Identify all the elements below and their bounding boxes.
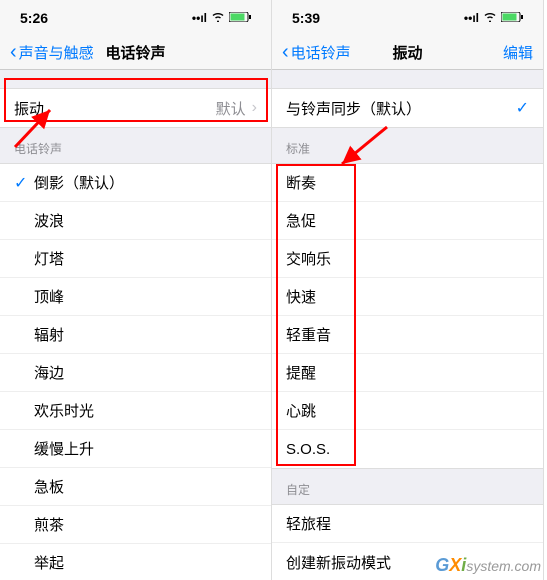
ringtone-list: ✓倒影（默认）波浪灯塔顶峰辐射海边欢乐时光缓慢上升急板煎茶举起开场雷达 bbox=[0, 163, 271, 580]
checkmark-icon: ✓ bbox=[14, 173, 34, 193]
battery-icon bbox=[501, 11, 523, 25]
status-time: 5:39 bbox=[292, 10, 464, 26]
pattern-row[interactable]: S.O.S. bbox=[272, 430, 543, 468]
watermark: GXisystem.com bbox=[435, 555, 541, 576]
back-label: 声音与触感 bbox=[19, 42, 94, 63]
row-label: 倒影（默认） bbox=[34, 172, 257, 193]
pattern-list: 断奏急促交响乐快速轻重音提醒心跳 S.O.S. bbox=[272, 163, 543, 469]
status-icons: ••ıl bbox=[464, 11, 523, 25]
ringtone-row[interactable]: 灯塔 bbox=[0, 240, 271, 278]
ringtone-row[interactable]: 欢乐时光 bbox=[0, 392, 271, 430]
ringtone-row[interactable]: 举起 bbox=[0, 544, 271, 580]
pattern-row[interactable]: 快速 bbox=[272, 278, 543, 316]
ringtone-row[interactable]: 波浪 bbox=[0, 202, 271, 240]
ringtone-row[interactable]: 海边 bbox=[0, 354, 271, 392]
sync-row[interactable]: 与铃声同步（默认） ✓ bbox=[272, 89, 543, 127]
phone-left: 5:26 ••ıl ‹ 声音与触感 电话铃声 振动 默认 › 电话铃声 ✓倒影（… bbox=[0, 0, 272, 580]
vibration-row[interactable]: 振动 默认 › bbox=[0, 89, 271, 127]
pattern-row[interactable]: 轻重音 bbox=[272, 316, 543, 354]
row-label: 与铃声同步（默认） bbox=[286, 98, 516, 119]
chevron-left-icon: ‹ bbox=[282, 41, 289, 64]
ringtone-row[interactable]: 顶峰 bbox=[0, 278, 271, 316]
row-label: 快速 bbox=[286, 286, 529, 307]
custom-row[interactable]: 轻旅程 bbox=[272, 505, 543, 543]
signal-icon: ••ıl bbox=[464, 11, 479, 25]
row-label: 心跳 bbox=[286, 400, 529, 421]
wifi-icon bbox=[483, 11, 497, 25]
vibration-section: 振动 默认 › bbox=[0, 88, 271, 128]
signal-icon: ••ıl bbox=[192, 11, 207, 25]
nav-title: 电话铃声 bbox=[105, 42, 165, 63]
row-label: 波浪 bbox=[34, 210, 257, 231]
ringtone-row[interactable]: 急板 bbox=[0, 468, 271, 506]
pattern-row[interactable]: 交响乐 bbox=[272, 240, 543, 278]
back-label: 电话铃声 bbox=[291, 42, 351, 63]
ringtone-row[interactable]: 煎茶 bbox=[0, 506, 271, 544]
nav-bar: ‹ 声音与触感 电话铃声 bbox=[0, 36, 271, 70]
chevron-right-icon: › bbox=[252, 99, 257, 117]
wifi-icon bbox=[211, 11, 225, 25]
row-label: S.O.S. bbox=[286, 441, 529, 458]
nav-bar: ‹ 电话铃声 振动 编辑 bbox=[272, 36, 543, 70]
row-label: 举起 bbox=[34, 552, 257, 573]
pattern-row[interactable]: 提醒 bbox=[272, 354, 543, 392]
row-label: 海边 bbox=[34, 362, 257, 383]
back-button[interactable]: ‹ 声音与触感 bbox=[10, 41, 94, 64]
row-label: 急板 bbox=[34, 476, 257, 497]
section-header: 标准 bbox=[272, 128, 543, 163]
row-label: 交响乐 bbox=[286, 248, 529, 269]
pattern-row[interactable]: 急促 bbox=[272, 202, 543, 240]
status-time: 5:26 bbox=[20, 10, 192, 26]
back-button[interactable]: ‹ 电话铃声 bbox=[282, 41, 351, 64]
sync-section: 与铃声同步（默认） ✓ bbox=[272, 88, 543, 128]
row-label: 提醒 bbox=[286, 362, 529, 383]
row-detail: 默认 bbox=[216, 98, 246, 119]
phone-right: 5:39 ••ıl ‹ 电话铃声 振动 编辑 与铃声同步（默认） ✓ 标准 断奏… bbox=[272, 0, 544, 580]
battery-icon bbox=[229, 11, 251, 25]
row-label: 缓慢上升 bbox=[34, 438, 257, 459]
checkmark-icon: ✓ bbox=[516, 98, 529, 118]
row-label: 辐射 bbox=[34, 324, 257, 345]
status-bar: 5:26 ••ıl bbox=[0, 0, 271, 36]
ringtone-row[interactable]: 缓慢上升 bbox=[0, 430, 271, 468]
row-label: 灯塔 bbox=[34, 248, 257, 269]
nav-title: 振动 bbox=[392, 42, 422, 63]
ringtone-row[interactable]: 辐射 bbox=[0, 316, 271, 354]
row-label: 欢乐时光 bbox=[34, 400, 257, 421]
section-header: 电话铃声 bbox=[0, 128, 271, 163]
row-label: 顶峰 bbox=[34, 286, 257, 307]
section-header: 自定 bbox=[272, 469, 543, 504]
ringtone-row[interactable]: ✓倒影（默认） bbox=[0, 164, 271, 202]
chevron-left-icon: ‹ bbox=[10, 41, 17, 64]
status-bar: 5:39 ••ıl bbox=[272, 0, 543, 36]
status-icons: ••ıl bbox=[192, 11, 251, 25]
row-label: 轻重音 bbox=[286, 324, 529, 345]
pattern-row[interactable]: 心跳 bbox=[272, 392, 543, 430]
edit-button[interactable]: 编辑 bbox=[503, 42, 533, 63]
row-label: 振动 bbox=[14, 98, 216, 119]
row-label: 轻旅程 bbox=[286, 513, 529, 534]
row-label: 煎茶 bbox=[34, 514, 257, 535]
row-label: 急促 bbox=[286, 210, 529, 231]
pattern-row[interactable]: 断奏 bbox=[272, 164, 543, 202]
row-label: 断奏 bbox=[286, 172, 529, 193]
